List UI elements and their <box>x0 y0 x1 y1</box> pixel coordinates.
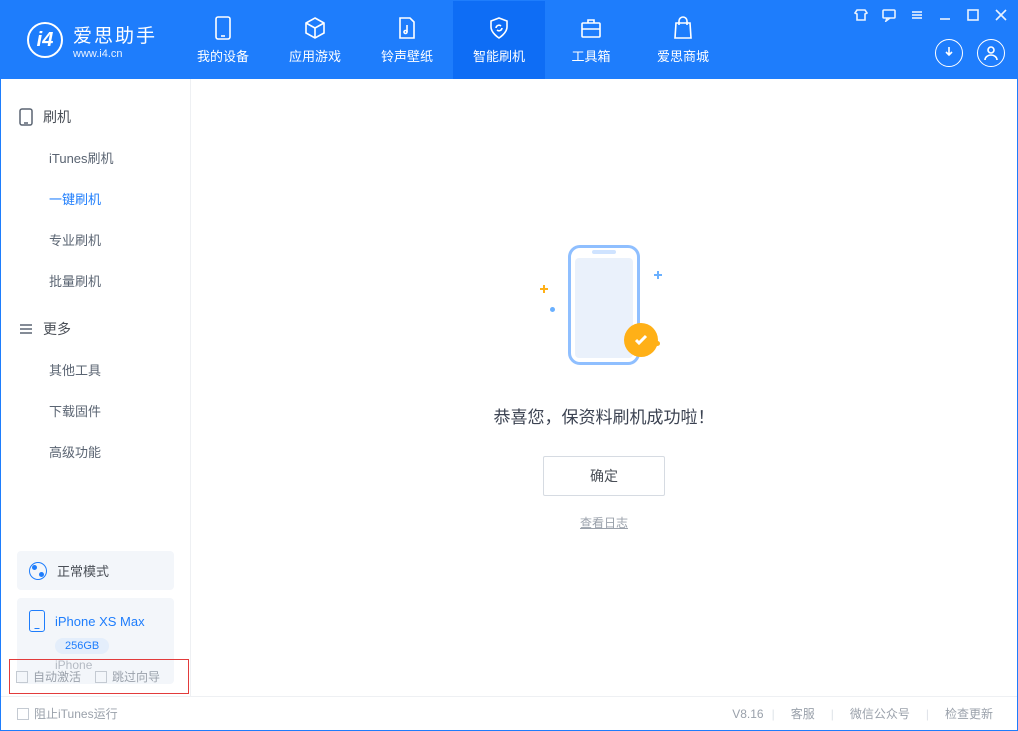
nav-label: 爱思商城 <box>657 46 709 65</box>
checkbox-icon <box>95 671 107 683</box>
nav-toolbox[interactable]: 工具箱 <box>545 1 637 79</box>
nav-label: 工具箱 <box>572 46 611 65</box>
close-icon[interactable] <box>993 7 1009 23</box>
cube-icon <box>303 16 327 40</box>
sidebar-item-download-firmware[interactable]: 下载固件 <box>1 390 190 431</box>
feedback-icon[interactable] <box>881 7 897 23</box>
nav-smart-flash[interactable]: 智能刷机 <box>453 1 545 79</box>
sidebar-mode-card[interactable]: 正常模式 <box>17 551 174 590</box>
checkbox-label: 阻止iTunes运行 <box>34 705 118 722</box>
sidebar-item-batch-flash[interactable]: 批量刷机 <box>1 260 190 301</box>
window-controls <box>853 7 1009 23</box>
title-bar: i4 爱思助手 www.i4.cn 我的设备 应用游戏 铃声壁纸 智能刷机 <box>1 1 1017 79</box>
checkbox-icon <box>16 671 28 683</box>
device-capacity: 256GB <box>55 638 109 654</box>
maximize-icon[interactable] <box>965 7 981 23</box>
sidebar-item-pro-flash[interactable]: 专业刷机 <box>1 219 190 260</box>
user-icon[interactable] <box>977 39 1005 67</box>
app-url: www.i4.cn <box>73 48 157 60</box>
checkbox-auto-activate[interactable]: 自动激活 <box>16 668 81 685</box>
nav-apps-games[interactable]: 应用游戏 <box>269 1 361 79</box>
shield-sync-icon <box>487 16 511 40</box>
nav-label: 智能刷机 <box>473 46 525 65</box>
phone-icon <box>211 16 235 40</box>
success-message: 恭喜您，保资料刷机成功啦！ <box>494 403 715 428</box>
download-icon[interactable] <box>935 39 963 67</box>
footer-link-update[interactable]: 检查更新 <box>937 705 1001 722</box>
footer-link-support[interactable]: 客服 <box>783 705 823 722</box>
check-badge-icon <box>624 323 658 357</box>
nav-ringtones[interactable]: 铃声壁纸 <box>361 1 453 79</box>
header-actions <box>935 39 1005 67</box>
mode-icon <box>29 562 47 580</box>
nav-label: 铃声壁纸 <box>381 46 433 65</box>
sidebar-item-itunes-flash[interactable]: iTunes刷机 <box>1 137 190 178</box>
logo-icon: i4 <box>27 22 63 58</box>
version-label: V8.16 <box>732 707 763 721</box>
checkbox-icon <box>17 708 29 720</box>
sidebar-section-title: 刷机 <box>43 107 71 127</box>
view-log-link[interactable]: 查看日志 <box>580 514 628 531</box>
main-content: 恭喜您，保资料刷机成功啦！ 确定 查看日志 <box>191 79 1017 696</box>
device-icon <box>29 610 45 632</box>
menu-icon[interactable] <box>909 7 925 23</box>
nav-label: 我的设备 <box>197 46 249 65</box>
mode-label: 正常模式 <box>57 561 109 580</box>
music-file-icon <box>395 16 419 40</box>
device-name: iPhone XS Max <box>55 614 145 629</box>
app-title: 爱思助手 <box>73 21 157 48</box>
sidebar-item-oneclick-flash[interactable]: 一键刷机 <box>1 178 190 219</box>
checkbox-skip-guide[interactable]: 跳过向导 <box>95 668 160 685</box>
nav-my-device[interactable]: 我的设备 <box>177 1 269 79</box>
checkbox-label: 自动激活 <box>33 668 81 685</box>
footer-link-wechat[interactable]: 微信公众号 <box>842 705 918 722</box>
sidebar-item-other-tools[interactable]: 其他工具 <box>1 349 190 390</box>
skin-icon[interactable] <box>853 7 869 23</box>
sidebar-section-flash: 刷机 <box>1 97 190 137</box>
checkbox-label: 跳过向导 <box>112 668 160 685</box>
main-nav: 我的设备 应用游戏 铃声壁纸 智能刷机 工具箱 爱思商城 <box>177 1 729 79</box>
sidebar-item-advanced[interactable]: 高级功能 <box>1 431 190 472</box>
checkbox-block-itunes[interactable]: 阻止iTunes运行 <box>17 705 118 722</box>
sidebar-section-title: 更多 <box>43 319 71 339</box>
ok-button[interactable]: 确定 <box>543 456 665 496</box>
nav-store[interactable]: 爱思商城 <box>637 1 729 79</box>
success-illustration <box>544 245 664 375</box>
bag-icon <box>671 16 695 40</box>
status-bar: 阻止iTunes运行 V8.16 | 客服 | 微信公众号 | 检查更新 <box>1 696 1017 730</box>
minimize-icon[interactable] <box>937 7 953 23</box>
briefcase-icon <box>579 16 603 40</box>
sidebar-section-more: 更多 <box>1 309 190 349</box>
app-logo: i4 爱思助手 www.i4.cn <box>1 21 177 60</box>
nav-label: 应用游戏 <box>289 46 341 65</box>
sidebar: 刷机 iTunes刷机 一键刷机 专业刷机 批量刷机 更多 其他工具 下载固件 … <box>1 79 191 696</box>
options-highlight: 自动激活 跳过向导 <box>9 659 189 694</box>
